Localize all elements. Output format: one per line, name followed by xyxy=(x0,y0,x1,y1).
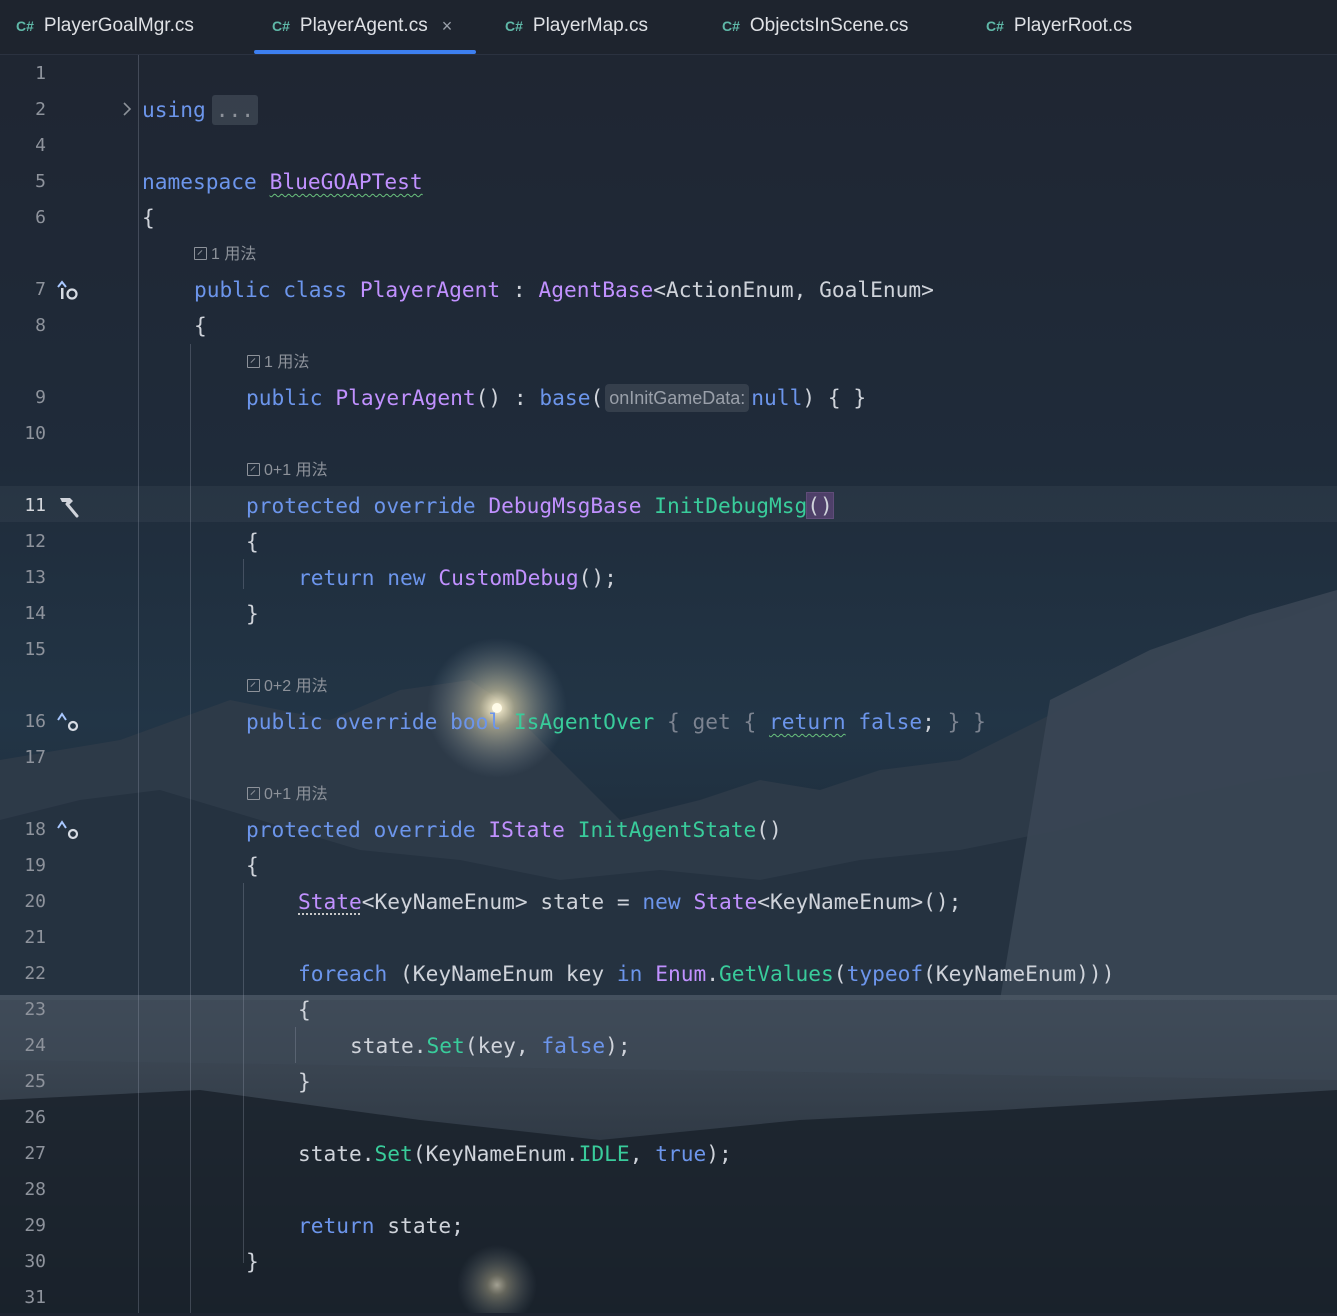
code-editor[interactable]: 1 2 4 5 6 7 8 9 10 11 12 13 14 15 16 17 … xyxy=(0,54,1337,1313)
code-line[interactable]: using... xyxy=(142,92,259,128)
line-number: 6 xyxy=(35,207,46,228)
line-number: 9 xyxy=(35,387,46,408)
line-number: 27 xyxy=(24,1143,46,1164)
usage-hint[interactable]: 0+1 用法 xyxy=(247,460,328,482)
indent-guide xyxy=(243,559,244,589)
implements-override-icon[interactable] xyxy=(55,279,81,303)
line-number: 14 xyxy=(24,603,46,624)
code-line[interactable]: } xyxy=(246,1244,259,1280)
line-number: 23 xyxy=(24,999,46,1020)
line-number: 26 xyxy=(24,1107,46,1128)
usage-hint-text: 0+1 用法 xyxy=(264,786,328,803)
code-line[interactable]: state.Set(key, false); xyxy=(350,1028,631,1064)
indent-guide xyxy=(190,344,191,1313)
editor-tab-bar: C# PlayerGoalMgr.cs C# PlayerAgent.cs × … xyxy=(0,0,1337,55)
code-line[interactable]: { xyxy=(298,992,311,1028)
usage-hint-text: 1 用法 xyxy=(264,354,310,371)
code-line[interactable]: state.Set(KeyNameEnum.IDLE, true); xyxy=(298,1136,732,1172)
tab-label: PlayerMap.cs xyxy=(532,15,649,36)
line-number: 29 xyxy=(24,1215,46,1236)
tab-label: PlayerGoalMgr.cs xyxy=(43,15,194,36)
csharp-file-icon: C# xyxy=(272,18,290,34)
csharp-file-icon: C# xyxy=(986,18,1004,34)
line-number: 2 xyxy=(35,99,46,120)
code-line[interactable]: foreach (KeyNameEnum key in Enum.GetValu… xyxy=(298,956,1114,992)
line-number: 11 xyxy=(24,495,46,516)
override-icon[interactable] xyxy=(55,819,81,843)
tab-label: ObjectsInScene.cs xyxy=(749,15,909,36)
line-number: 22 xyxy=(24,963,46,984)
usage-hint-text: 0+1 用法 xyxy=(264,462,328,479)
code-line[interactable]: public PlayerAgent() : base(onInitGameDa… xyxy=(246,380,866,416)
fold-placeholder[interactable]: ... xyxy=(211,95,259,125)
indent-guide xyxy=(295,1027,296,1063)
fold-chevron-icon[interactable] xyxy=(120,100,134,118)
csharp-file-icon: C# xyxy=(505,18,523,34)
line-number: 20 xyxy=(24,891,46,912)
code-line[interactable]: return new CustomDebug(); xyxy=(298,560,617,596)
override-icon[interactable] xyxy=(55,711,81,735)
line-number: 28 xyxy=(24,1179,46,1200)
parameter-hint: onInitGameData: xyxy=(605,384,750,412)
line-number: 16 xyxy=(24,711,46,732)
line-number: 17 xyxy=(24,747,46,768)
line-number: 30 xyxy=(24,1251,46,1272)
indent-guide xyxy=(138,54,139,1313)
csharp-file-icon: C# xyxy=(722,18,740,34)
close-icon[interactable]: × xyxy=(442,16,453,37)
line-number: 1 xyxy=(35,63,46,84)
usage-link-icon xyxy=(247,355,260,368)
tab-playeragent[interactable]: C# PlayerAgent.cs × xyxy=(253,0,477,54)
code-line[interactable]: { xyxy=(246,524,259,560)
usage-link-icon xyxy=(247,787,260,800)
tab-playerroot[interactable]: C# PlayerRoot.cs xyxy=(986,0,1132,52)
line-number: 25 xyxy=(24,1071,46,1092)
line-number: 15 xyxy=(24,639,46,660)
tab-label: PlayerRoot.cs xyxy=(1013,15,1133,36)
usage-hint[interactable]: 1 用法 xyxy=(194,244,256,266)
usage-hint[interactable]: 1 用法 xyxy=(247,352,309,374)
usage-hint[interactable]: 0+1 用法 xyxy=(247,784,328,806)
line-number: 19 xyxy=(24,855,46,876)
usage-hint-text: 1 用法 xyxy=(211,246,257,263)
line-number: 5 xyxy=(35,171,46,192)
line-number: 7 xyxy=(35,279,46,300)
tab-label: PlayerAgent.cs xyxy=(299,15,428,36)
usage-hint[interactable]: 0+2 用法 xyxy=(247,676,328,698)
indent-guide xyxy=(243,883,244,1263)
code-line[interactable]: protected override IState InitAgentState… xyxy=(246,812,782,848)
code-line[interactable]: protected override DebugMsgBase InitDebu… xyxy=(246,488,834,524)
line-number: 10 xyxy=(24,423,46,444)
line-number: 12 xyxy=(24,531,46,552)
code-line[interactable]: { xyxy=(142,200,155,236)
code-line[interactable]: { xyxy=(246,848,259,884)
tab-playergoalmgr[interactable]: C# PlayerGoalMgr.cs xyxy=(16,0,194,52)
code-line[interactable]: { xyxy=(194,308,207,344)
usage-hint-text: 0+2 用法 xyxy=(264,678,328,695)
line-number: 13 xyxy=(24,567,46,588)
code-line[interactable]: } xyxy=(246,596,259,632)
line-number: 21 xyxy=(24,927,46,948)
usage-link-icon xyxy=(247,679,260,692)
csharp-file-icon: C# xyxy=(16,18,34,34)
code-line[interactable]: namespace BlueGOAPTest xyxy=(142,164,423,200)
usage-link-icon xyxy=(247,463,260,476)
line-number: 18 xyxy=(24,819,46,840)
code-line[interactable]: public class PlayerAgent : AgentBase<Act… xyxy=(194,272,934,308)
tab-objectsinscene[interactable]: C# ObjectsInScene.cs xyxy=(722,0,908,52)
code-line[interactable]: State<KeyNameEnum> state = new State<Key… xyxy=(298,884,961,920)
hammer-icon[interactable] xyxy=(54,494,82,520)
line-number: 31 xyxy=(24,1287,46,1308)
code-line[interactable]: return state; xyxy=(298,1208,464,1244)
code-line[interactable]: public override bool IsAgentOver { get {… xyxy=(246,704,986,740)
line-number: 24 xyxy=(24,1035,46,1056)
usage-link-icon xyxy=(194,247,207,260)
code-line[interactable]: } xyxy=(298,1064,311,1100)
line-number: 8 xyxy=(35,315,46,336)
line-number: 4 xyxy=(35,135,46,156)
tab-playermap[interactable]: C# PlayerMap.cs xyxy=(505,0,648,52)
